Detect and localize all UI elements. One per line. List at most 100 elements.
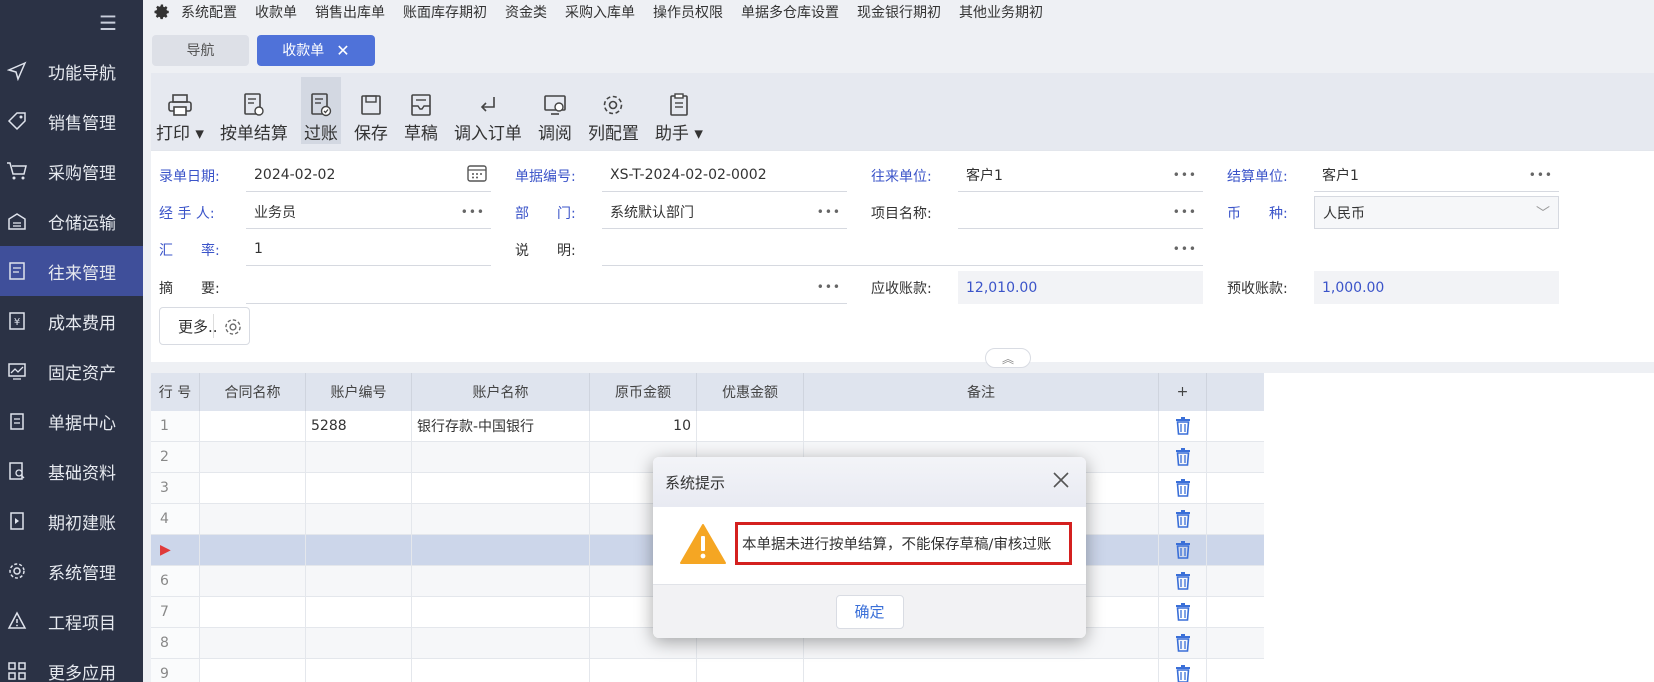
table-cell[interactable] bbox=[200, 566, 306, 596]
table-cell[interactable] bbox=[697, 411, 804, 441]
save-button[interactable]: 保存 bbox=[351, 91, 391, 144]
trash-icon[interactable] bbox=[1159, 442, 1207, 472]
date-input[interactable]: 2024-02-02 bbox=[246, 159, 491, 192]
sidebar-item-4[interactable]: 往来管理 bbox=[0, 246, 143, 296]
handler-picker-icon[interactable]: ••• bbox=[461, 205, 485, 219]
top-menu-item[interactable]: 账面库存期初 bbox=[403, 2, 487, 22]
table-cell[interactable] bbox=[200, 535, 306, 565]
sidebar-item-6[interactable]: 固定资产 bbox=[0, 346, 143, 396]
top-menu-item[interactable]: 收款单 bbox=[255, 2, 297, 22]
sidebar-item-5[interactable]: ¥ 成本费用 bbox=[0, 296, 143, 346]
review-button[interactable]: 调阅 bbox=[535, 91, 575, 144]
top-menu-item[interactable]: 采购入库单 bbox=[565, 2, 635, 22]
table-cell[interactable] bbox=[200, 442, 306, 472]
top-menu-item[interactable]: 单据多仓库设置 bbox=[741, 2, 839, 22]
table-cell[interactable] bbox=[412, 628, 590, 658]
more-button[interactable]: 更多.. bbox=[159, 307, 250, 345]
table-cell[interactable] bbox=[306, 535, 412, 565]
table-cell[interactable] bbox=[412, 597, 590, 627]
table-cell[interactable] bbox=[200, 597, 306, 627]
table-cell[interactable] bbox=[200, 411, 306, 441]
table-cell[interactable] bbox=[200, 659, 306, 682]
close-icon[interactable]: ✕ bbox=[336, 41, 349, 60]
table-cell[interactable] bbox=[804, 411, 1159, 441]
print-button[interactable]: 打印 ▾ bbox=[153, 91, 207, 144]
desc-input[interactable]: ••• bbox=[602, 233, 1203, 266]
gear-icon[interactable] bbox=[223, 317, 243, 341]
table-cell[interactable] bbox=[306, 628, 412, 658]
trash-icon[interactable] bbox=[1159, 566, 1207, 596]
settle-unit-input[interactable]: 客户1 ••• bbox=[1314, 159, 1559, 192]
ok-button[interactable]: 确定 bbox=[835, 594, 904, 629]
summary-input[interactable]: ••• bbox=[246, 271, 847, 304]
top-menu-item[interactable]: 系统配置 bbox=[181, 2, 237, 22]
table-cell[interactable] bbox=[697, 659, 804, 682]
project-input[interactable]: ••• bbox=[958, 196, 1203, 229]
desc-picker-icon[interactable]: ••• bbox=[1173, 242, 1197, 256]
table-cell[interactable] bbox=[306, 504, 412, 534]
sidebar-item-2[interactable]: 采购管理 bbox=[0, 146, 143, 196]
top-menu-item[interactable]: 操作员权限 bbox=[653, 2, 723, 22]
menu-toggle-icon[interactable]: ☰ bbox=[0, 0, 143, 46]
top-menu-item[interactable]: 其他业务期初 bbox=[959, 2, 1043, 22]
trash-icon[interactable] bbox=[1159, 504, 1207, 534]
table-cell[interactable]: 银行存款-中国银行 bbox=[412, 411, 590, 441]
sidebar-item-8[interactable]: 基础资料 bbox=[0, 446, 143, 496]
table-cell[interactable] bbox=[412, 566, 590, 596]
table-cell[interactable] bbox=[306, 659, 412, 682]
partner-input[interactable]: 客户1 ••• bbox=[958, 159, 1203, 192]
partner-picker-icon[interactable]: ••• bbox=[1173, 168, 1197, 182]
top-menu-item[interactable]: 现金银行期初 bbox=[857, 2, 941, 22]
table-cell[interactable] bbox=[306, 442, 412, 472]
settle-unit-picker-icon[interactable]: ••• bbox=[1529, 168, 1553, 182]
dept-picker-icon[interactable]: ••• bbox=[817, 205, 841, 219]
table-cell[interactable] bbox=[590, 659, 697, 682]
table-cell[interactable] bbox=[412, 535, 590, 565]
summary-picker-icon[interactable]: ••• bbox=[817, 280, 841, 294]
top-menu-item[interactable]: 资金类 bbox=[505, 2, 547, 22]
sidebar-item-1[interactable]: 销售管理 bbox=[0, 96, 143, 146]
post-button[interactable]: 过账 bbox=[300, 77, 341, 144]
settle-button[interactable]: 按单结算 bbox=[217, 91, 291, 144]
table-cell[interactable] bbox=[804, 659, 1159, 682]
sidebar-item-3[interactable]: 仓储运输 bbox=[0, 196, 143, 246]
table-cell[interactable] bbox=[306, 473, 412, 503]
dept-input[interactable]: 系统默认部门 ••• bbox=[602, 196, 847, 229]
table-cell[interactable]: 10 bbox=[590, 411, 697, 441]
handler-input[interactable]: 业务员 ••• bbox=[246, 196, 491, 229]
sidebar-item-7[interactable]: 单据中心 bbox=[0, 396, 143, 446]
sidebar-item-9[interactable]: 期初建账 bbox=[0, 496, 143, 546]
table-cell[interactable] bbox=[200, 504, 306, 534]
helper-button[interactable]: 助手 ▾ bbox=[652, 91, 706, 144]
table-cell[interactable] bbox=[412, 473, 590, 503]
table-cell[interactable] bbox=[412, 659, 590, 682]
import-order-button[interactable]: 调入订单 bbox=[451, 91, 525, 144]
trash-icon[interactable] bbox=[1159, 411, 1207, 441]
settings-gear-icon[interactable] bbox=[143, 3, 181, 21]
table-row[interactable]: 1 5288 银行存款-中国银行 10 bbox=[151, 411, 1264, 442]
collapse-up-icon[interactable]: ︽ bbox=[985, 348, 1031, 368]
calendar-icon[interactable] bbox=[467, 164, 487, 186]
table-row[interactable]: 9 bbox=[151, 659, 1264, 682]
tab-receipt[interactable]: 收款单 ✕ bbox=[257, 34, 375, 66]
top-menu-item[interactable]: 销售出库单 bbox=[315, 2, 385, 22]
draft-button[interactable]: 草稿 bbox=[401, 91, 441, 144]
trash-icon[interactable] bbox=[1159, 597, 1207, 627]
sidebar-item-12[interactable]: 更多应用 bbox=[0, 646, 143, 682]
tab-navigation[interactable]: 导航 bbox=[152, 34, 249, 66]
table-cell[interactable] bbox=[200, 628, 306, 658]
table-cell[interactable] bbox=[412, 504, 590, 534]
currency-select[interactable]: 人民币 ﹀ bbox=[1314, 196, 1559, 229]
close-icon[interactable] bbox=[1052, 471, 1070, 493]
trash-icon[interactable] bbox=[1159, 659, 1207, 682]
project-picker-icon[interactable]: ••• bbox=[1173, 205, 1197, 219]
docno-input[interactable]: XS-T-2024-02-02-0002 bbox=[602, 159, 847, 192]
table-cell[interactable] bbox=[200, 473, 306, 503]
add-column-button[interactable]: + bbox=[1159, 373, 1207, 411]
table-cell[interactable] bbox=[306, 566, 412, 596]
table-cell[interactable] bbox=[412, 442, 590, 472]
sidebar-item-11[interactable]: 工程项目 bbox=[0, 596, 143, 646]
trash-icon[interactable] bbox=[1159, 535, 1207, 565]
sidebar-item-10[interactable]: 系统管理 bbox=[0, 546, 143, 596]
table-cell[interactable] bbox=[306, 597, 412, 627]
